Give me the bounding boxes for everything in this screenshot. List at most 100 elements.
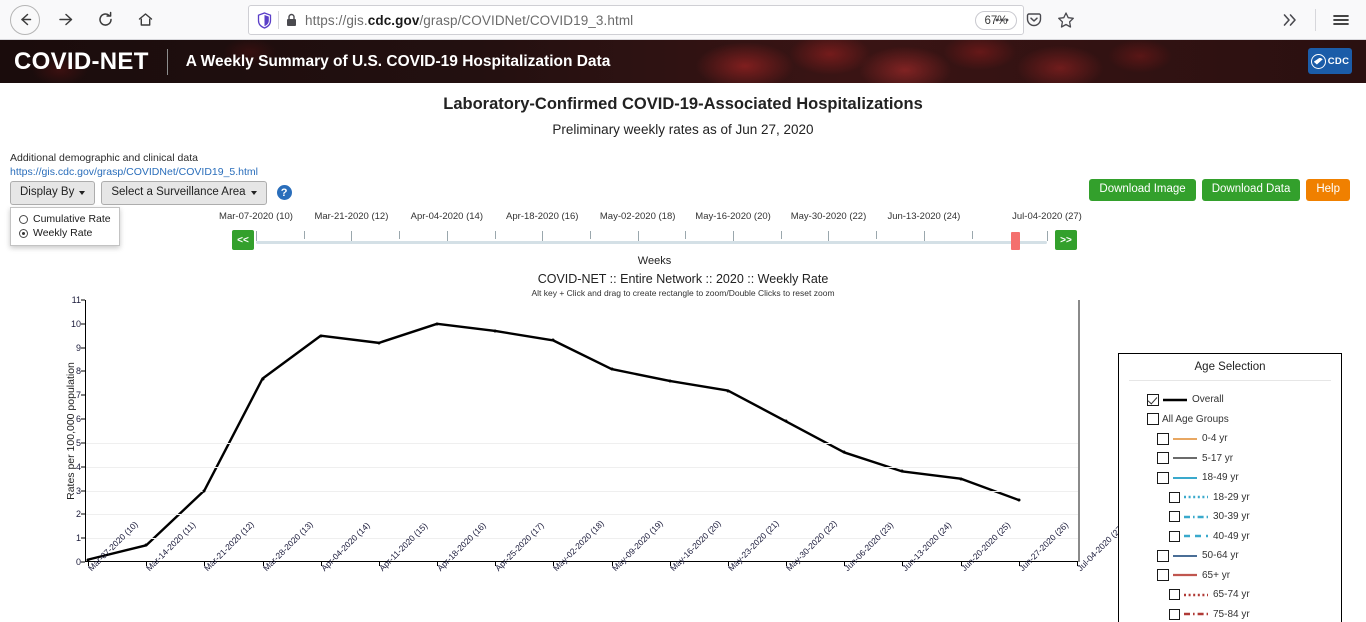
legend-item-50-64-yr[interactable]: 50-64 yr (1119, 546, 1341, 566)
shield-icon[interactable] (257, 11, 272, 29)
additional-data-link[interactable]: https://gis.cdc.gov/grasp/COVIDNet/COVID… (10, 166, 258, 178)
help-button[interactable]: Help (1306, 179, 1350, 201)
slider-tick-label: May-16-2020 (20) (695, 211, 771, 222)
data-point[interactable] (202, 489, 206, 493)
slider-tick-mark (494, 231, 496, 239)
gridline (86, 490, 1078, 492)
data-point[interactable] (842, 450, 846, 454)
data-point[interactable] (377, 341, 381, 345)
download-data-button[interactable]: Download Data (1201, 179, 1301, 201)
data-point[interactable] (900, 469, 904, 473)
legend-item-overall[interactable]: Overall (1119, 390, 1341, 410)
slider-track[interactable]: << >> (232, 230, 1077, 252)
chevron-double-right-icon[interactable] (1275, 5, 1305, 35)
checkbox-unchecked-icon[interactable] (1157, 549, 1169, 562)
checkbox-unchecked-icon[interactable] (1157, 569, 1169, 582)
chart-container[interactable]: Rates per 100,000 population 01234567891… (40, 295, 1126, 622)
surveillance-area-button[interactable]: Select a Surveillance Area (101, 181, 267, 205)
checkbox-unchecked-icon[interactable] (1169, 530, 1180, 542)
data-point[interactable] (551, 338, 555, 342)
data-point[interactable] (261, 377, 265, 381)
slider-tick-mark (446, 231, 448, 241)
slider-tick-label: May-02-2020 (18) (599, 211, 676, 222)
legend-line-swatch (1172, 570, 1198, 580)
checkbox-checked-icon[interactable] (1147, 393, 1159, 406)
checkbox-unchecked-icon[interactable] (1169, 511, 1180, 523)
checkbox-unchecked-icon[interactable] (1169, 589, 1180, 601)
y-axis-tick-mark (81, 299, 85, 301)
chart-title: COVID-NET :: Entire Network :: 2020 :: W… (537, 272, 829, 286)
legend-item-label: 65-74 yr (1213, 589, 1250, 601)
checkbox-unchecked-icon[interactable] (1169, 608, 1180, 620)
data-point[interactable] (726, 389, 730, 392)
data-point[interactable] (668, 379, 672, 383)
y-axis-tick-mark (81, 513, 85, 515)
additional-data-block: Additional demographic and clinical data… (10, 152, 258, 178)
slider-tick-mark (351, 231, 353, 241)
series-overall-line (86, 322, 1021, 561)
data-point[interactable] (86, 558, 90, 562)
display-by-option[interactable]: Cumulative Rate (11, 212, 119, 226)
address-bar-container: https://gis.cdc.gov/grasp/COVIDNet/COVID… (248, 5, 1024, 35)
y-axis-tick-mark (81, 347, 85, 349)
legend-item-18-49-yr[interactable]: 18-49 yr (1119, 468, 1341, 488)
lock-icon[interactable] (286, 13, 297, 27)
data-point[interactable] (144, 543, 148, 547)
star-icon[interactable] (1051, 5, 1081, 35)
help-icon[interactable]: ? (276, 185, 292, 201)
checkbox-unchecked-icon[interactable] (1157, 452, 1169, 465)
slider-tick-labels: Mar-07-2020 (10) Mar-21-2020 (12) Apr-04-2… (219, 211, 1082, 225)
x-axis-tick-label: May-09-2020 (19) (609, 518, 665, 574)
legend-item-0-4-yr[interactable]: 0-4 yr (1119, 429, 1341, 449)
pocket-icon[interactable] (1019, 5, 1049, 35)
download-image-button[interactable]: Download Image (1089, 179, 1196, 201)
legend-item-65-yr[interactable]: 65+ yr (1119, 566, 1341, 586)
radio-unselected-icon (19, 214, 28, 224)
data-point[interactable] (784, 419, 788, 423)
legend-item-40-49-yr[interactable]: 40-49 yr (1119, 527, 1341, 547)
checkbox-unchecked-icon[interactable] (1169, 491, 1180, 503)
banner-logo: COVID-NET (14, 47, 149, 75)
slider-rail[interactable] (256, 241, 1047, 244)
legend-item-5-17-yr[interactable]: 5-17 yr (1119, 449, 1341, 469)
slider-tick-mark (637, 231, 639, 241)
data-point[interactable] (610, 367, 614, 371)
address-bar[interactable]: https://gis.cdc.gov/grasp/COVIDNet/COVID… (248, 5, 1024, 35)
address-bar-divider (278, 11, 279, 29)
reload-button[interactable] (90, 5, 120, 35)
slider-prev-button[interactable]: << (232, 230, 254, 250)
display-by-option[interactable]: Weekly Rate (11, 226, 119, 240)
legend-line-swatch (1172, 453, 1198, 463)
hamburger-menu-icon[interactable] (1326, 5, 1356, 35)
forward-button[interactable] (50, 5, 80, 35)
data-point[interactable] (319, 334, 323, 338)
toolbar-right-icons (987, 0, 1356, 40)
y-axis-tick-mark (81, 466, 85, 468)
cdc-logo[interactable]: CDC (1308, 48, 1352, 74)
data-point[interactable] (493, 329, 497, 333)
legend-item-all-age-groups[interactable]: All Age Groups (1119, 410, 1341, 430)
ellipsis-icon[interactable] (987, 5, 1017, 35)
data-point[interactable] (959, 477, 963, 481)
legend-item-30-39-yr[interactable]: 30-39 yr (1119, 507, 1341, 527)
slider-next-button[interactable]: >> (1055, 230, 1077, 250)
checkbox-unchecked-icon[interactable] (1147, 413, 1159, 426)
slider-handle[interactable] (1011, 232, 1021, 250)
legend-item-18-29-yr[interactable]: 18-29 yr (1119, 488, 1341, 508)
additional-data-label: Additional demographic and clinical data (10, 152, 198, 164)
legend-item-label: All Age Groups (1162, 413, 1229, 425)
home-button[interactable] (130, 5, 160, 35)
display-by-button[interactable]: Display By (10, 181, 96, 205)
legend-item-65-74-yr[interactable]: 65-74 yr (1119, 585, 1341, 605)
data-point[interactable] (1017, 498, 1021, 502)
back-button[interactable] (10, 4, 40, 35)
age-selection-list: Overall All Age Groups 0-4 yr 5-17 yr 18-49 … (1119, 381, 1341, 622)
checkbox-unchecked-icon[interactable] (1157, 432, 1169, 445)
checkbox-unchecked-icon[interactable] (1157, 471, 1169, 484)
plot-area[interactable]: 0 1 2 3 4 5 6 7 8 9 10 11 (71, 295, 1080, 567)
data-point[interactable] (435, 322, 439, 326)
legend-item-75-84-yr[interactable]: 75-84 yr (1119, 605, 1341, 622)
x-axis-tick-label: Apr-18-2020 (16) (435, 520, 488, 574)
chevron-down-icon (250, 190, 257, 195)
slider-tick-label: Apr-04-2020 (14) (410, 211, 484, 222)
